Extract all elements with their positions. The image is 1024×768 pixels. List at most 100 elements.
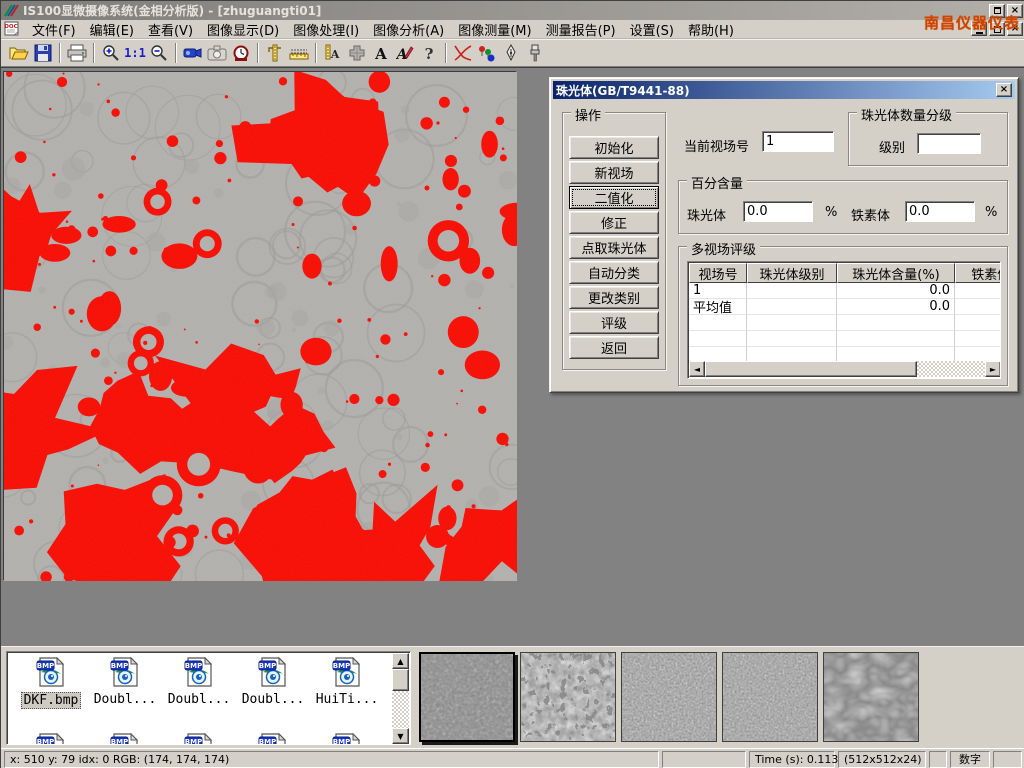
binarize-button[interactable]: 二值化: [569, 186, 659, 209]
thumbnail-4[interactable]: [722, 652, 818, 742]
return-button[interactable]: 返回: [569, 336, 659, 359]
col-ferrite-content[interactable]: 铁素体含量(%): [955, 263, 1001, 283]
list-item-partial[interactable]: [311, 732, 383, 745]
close-icon: ×: [1000, 85, 1008, 95]
list-item-dkf[interactable]: DKF.bmp: [15, 656, 87, 709]
save-button[interactable]: [31, 41, 55, 64]
child-minimize-button[interactable]: [971, 22, 987, 36]
list-item-doubl3[interactable]: Doubl...: [237, 656, 309, 707]
curve-tool-button[interactable]: [451, 41, 475, 64]
file-list-scrollbar[interactable]: ▲ ▼: [392, 653, 409, 744]
scroll-thumb[interactable]: [392, 669, 409, 691]
list-item-partial[interactable]: [89, 732, 161, 745]
menu-edit[interactable]: 编辑(E): [83, 19, 141, 40]
help-button[interactable]: ?: [417, 41, 441, 64]
app-logo-icon: [3, 3, 19, 19]
video-capture-button[interactable]: [181, 41, 205, 64]
timer-button[interactable]: [229, 41, 253, 64]
ruler-button[interactable]: [287, 41, 311, 64]
scroll-down-button[interactable]: ▼: [392, 728, 409, 744]
menu-help[interactable]: 帮助(H): [681, 19, 741, 40]
menu-image-measure[interactable]: 图像测量(M): [451, 19, 538, 40]
scroll-thumb[interactable]: [705, 361, 917, 377]
scroll-up-button[interactable]: ▲: [392, 653, 409, 669]
ferrite-percent-input[interactable]: [905, 201, 975, 222]
list-item-huiti[interactable]: HuiTi...: [311, 656, 383, 707]
brush-tool-button[interactable]: [523, 41, 547, 64]
child-restore-button[interactable]: [989, 22, 1005, 36]
level-label: 级别: [879, 137, 905, 156]
change-class-button[interactable]: 更改类别: [569, 286, 659, 309]
col-pearlite-level[interactable]: 珠光体级别: [747, 263, 837, 283]
new-field-button[interactable]: 新视场: [569, 161, 659, 184]
menu-measure-report[interactable]: 测量报告(P): [539, 19, 623, 40]
zoom-in-button[interactable]: [99, 41, 123, 64]
list-item-partial[interactable]: [163, 732, 235, 745]
cursor-status: x: 510 y: 79 idx: 0 RGB: (174, 174, 174): [4, 751, 659, 768]
caliper-measure-button[interactable]: [263, 41, 287, 64]
text-button[interactable]: A: [369, 41, 393, 64]
restore-icon: [994, 26, 1001, 33]
menu-image-processing[interactable]: 图像处理(I): [286, 19, 366, 40]
table-row-empty: [689, 331, 1001, 347]
actual-size-button[interactable]: 1:1: [123, 41, 147, 64]
menu-image-analysis[interactable]: 图像分析(A): [366, 19, 451, 40]
scroll-track[interactable]: [917, 361, 985, 377]
list-item-doubl1[interactable]: Doubl...: [89, 656, 161, 707]
print-button[interactable]: [65, 41, 89, 64]
col-field-no[interactable]: 视场号: [689, 263, 747, 283]
level-input[interactable]: [917, 133, 981, 154]
operation-group-label: 操作: [571, 105, 605, 124]
scroll-right-button[interactable]: ►: [985, 361, 1001, 377]
thumbnail-5[interactable]: [823, 652, 919, 742]
correct-button[interactable]: 修正: [569, 211, 659, 234]
annotate-button[interactable]: A: [393, 41, 417, 64]
snapshot-button[interactable]: [205, 41, 229, 64]
zoom-out-button[interactable]: [147, 41, 171, 64]
dialog-close-button[interactable]: ×: [996, 83, 1012, 97]
thumbnail-2[interactable]: [520, 652, 616, 742]
auto-classify-button[interactable]: 自动分类: [569, 261, 659, 284]
close-button[interactable]: ×: [1007, 4, 1023, 18]
table-row[interactable]: 1 0.0: [689, 283, 1001, 299]
init-button[interactable]: 初始化: [569, 136, 659, 159]
list-item-doubl2[interactable]: Doubl...: [163, 656, 235, 707]
thumbnail-3[interactable]: [621, 652, 717, 742]
micrograph-image[interactable]: [3, 71, 516, 580]
thumbnail-1[interactable]: [419, 652, 515, 742]
title-bar[interactable]: IS100显微摄像系统(金相分析版) - [zhuguangti01] ×: [1, 1, 1024, 20]
restore-button[interactable]: [989, 4, 1005, 18]
child-close-button[interactable]: ×: [1007, 22, 1023, 36]
image-size-status: (512x512x24): [838, 751, 926, 768]
grid-button[interactable]: [345, 41, 369, 64]
file-name: Doubl...: [166, 692, 233, 707]
file-list[interactable]: DKF.bmp Doubl... Doubl... Doubl... HuiTi…: [6, 651, 411, 745]
table-row[interactable]: 平均值 0.0: [689, 299, 1001, 315]
dialog-title-bar[interactable]: 珠光体(GB/T9441-88) ×: [553, 81, 1015, 99]
document-icon[interactable]: DOC: [4, 21, 21, 37]
list-item-partial[interactable]: [237, 732, 309, 745]
col-pearlite-content[interactable]: 珠光体含量(%): [837, 263, 955, 283]
zoom-in-icon: [102, 44, 120, 62]
svg-text:A: A: [396, 47, 408, 62]
rate-button[interactable]: 评级: [569, 311, 659, 334]
pearlite-percent-input[interactable]: [743, 201, 813, 222]
camera-icon: [207, 45, 227, 61]
toolbar-separator: [445, 43, 447, 63]
cell-ferrite: [955, 299, 1001, 315]
menu-view[interactable]: 查看(V): [141, 19, 200, 40]
menu-image-display[interactable]: 图像显示(D): [200, 19, 286, 40]
open-button[interactable]: [7, 41, 31, 64]
status-empty: [929, 751, 947, 768]
list-item-partial[interactable]: [15, 732, 87, 745]
menu-file[interactable]: 文件(F): [25, 19, 83, 40]
current-field-input[interactable]: [762, 131, 834, 152]
menu-settings[interactable]: 设置(S): [623, 19, 681, 40]
pick-pearlite-button[interactable]: 点取珠光体: [569, 236, 659, 259]
measure-text-button[interactable]: A: [321, 41, 345, 64]
table-hscrollbar[interactable]: ◄ ►: [689, 361, 1001, 377]
multifield-table[interactable]: 视场号 珠光体级别 珠光体含量(%) 铁素体含量(%) 1 0.0 平均值: [687, 261, 1001, 379]
scroll-left-button[interactable]: ◄: [689, 361, 705, 377]
phase-marks-button[interactable]: [475, 41, 499, 64]
pen-tool-button[interactable]: [499, 41, 523, 64]
